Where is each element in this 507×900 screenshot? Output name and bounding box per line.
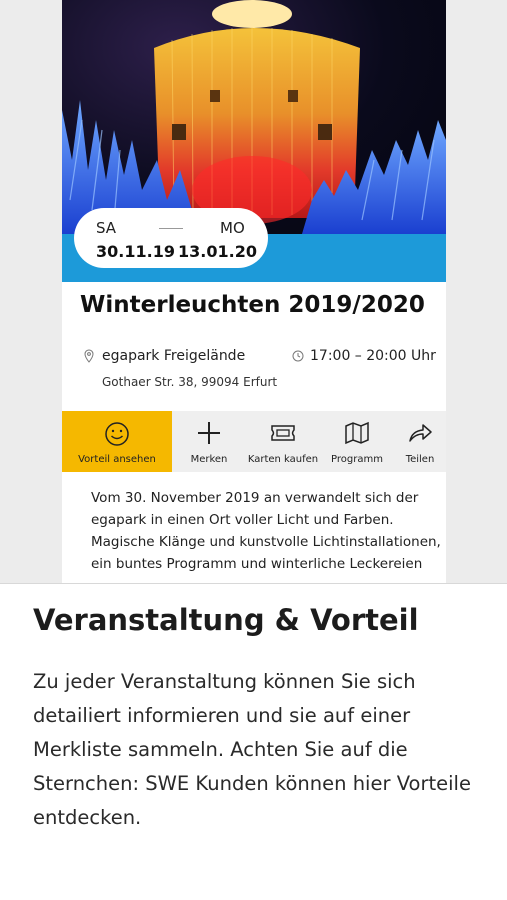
event-description: Vom 30. November 2019 an verwandelt sich… [91,487,441,575]
program-button[interactable]: Programm [320,411,394,472]
date-to-day: MO [220,219,245,237]
date-from-day: SA [96,219,117,237]
onboarding-line: detailiert informieren und sie auf einer [33,704,411,727]
date-to: 13.01.20 [178,242,257,261]
bookmark-button[interactable]: Merken [172,411,246,472]
onboarding-line: entdecken. [33,806,142,829]
map-icon [345,421,369,445]
share-button[interactable]: Teilen [394,411,446,472]
date-from: 30.11.19 [96,242,175,261]
plus-icon [198,422,220,444]
buy-tickets-label: Karten kaufen [247,454,319,465]
event-address: Gothaer Str. 38, 99094 Erfurt [102,375,278,389]
program-label: Programm [331,454,383,465]
onboarding-heading: Veranstaltung & Vorteil [33,603,419,637]
clock-icon [292,350,304,362]
event-title: Winterleuchten 2019/2020 [80,292,425,318]
app-screenshot: SA MO 30.11.19 13.01.20 Winterleuchten 2… [62,0,446,583]
date-range-pill: SA MO 30.11.19 13.01.20 [74,208,268,268]
description-line: Magische Klänge und kunstvolle Lichtinst… [91,534,441,550]
description-line: ein buntes Programm und winterliche Leck… [91,556,423,572]
view-benefit-button[interactable]: Vorteil ansehen [62,411,172,472]
onboarding-line: Zu jeder Veranstaltung können Sie sich [33,670,416,693]
description-line: egapark in einen Ort voller Licht und Fa… [91,512,394,528]
bookmark-label: Merken [190,454,228,465]
event-image [62,0,446,234]
smiley-icon [105,422,129,446]
event-time: 17:00 – 20:00 Uhr [310,348,436,364]
view-benefit-label: Vorteil ansehen [78,454,156,465]
location-pin-icon [84,349,94,363]
date-range-dash [159,228,183,229]
section-divider [0,583,507,584]
description-line: Vom 30. November 2019 an verwandelt sich… [91,490,419,506]
ticket-icon [271,425,295,441]
share-icon [409,424,432,442]
action-toolbar: Vorteil ansehen Merken Karten kaufen Pro… [62,411,446,472]
event-location: egapark Freigelände [102,348,246,364]
onboarding-text: Zu jeder Veranstaltung können Sie sich d… [33,665,471,835]
onboarding-line: Merkliste sammeln. Achten Sie auf die [33,738,408,761]
buy-tickets-button[interactable]: Karten kaufen [246,411,320,472]
onboarding-line: Sternchen: SWE Kunden können hier Vortei… [33,772,471,795]
share-label: Teilen [405,454,435,465]
